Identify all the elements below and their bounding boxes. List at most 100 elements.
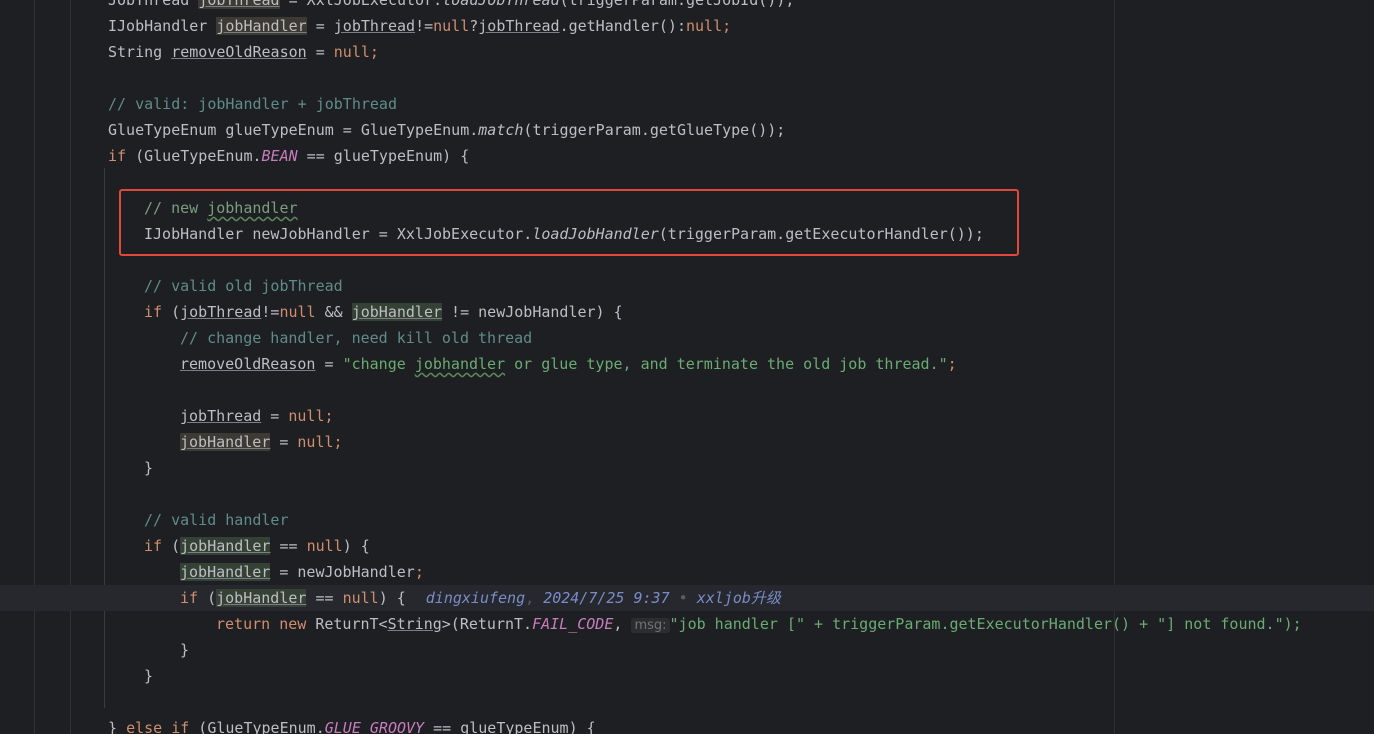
blame-sep: , — [525, 589, 535, 607]
code-line[interactable] — [0, 481, 144, 507]
code-token: loadJobThread — [442, 0, 560, 9]
code-token: == glueTypeEnum) { — [297, 147, 470, 165]
code-line[interactable]: } — [0, 663, 153, 689]
code-token: >(ReturnT. — [441, 615, 533, 633]
code-token: ( — [198, 589, 217, 607]
code-line[interactable]: return new ReturnT<String>(ReturnT.FAIL_… — [0, 611, 1302, 637]
code-token: or glue type, and terminate the old job … — [505, 355, 948, 373]
code-token: ; — [324, 407, 334, 425]
code-token: ? — [469, 17, 479, 35]
code-token: ) { — [378, 589, 406, 607]
code-line[interactable] — [0, 65, 108, 91]
code-token: GlueTypeEnum glueTypeEnum = GlueTypeEnum… — [108, 121, 479, 139]
code-token: // valid old jobThread — [144, 277, 343, 295]
code-line[interactable]: } else if (GlueTypeEnum.GLUE_GROOVY == g… — [0, 715, 596, 734]
code-token: (GlueTypeEnum. — [189, 719, 325, 734]
code-token: if — [144, 303, 163, 321]
code-token: = — [315, 355, 343, 373]
git-blame-annotation[interactable]: dingxiufeng, 2024/7/25 9:37 • xxljob升级 — [426, 589, 781, 607]
code-line[interactable]: IJobHandler jobHandler = jobThread!=null… — [0, 13, 731, 39]
code-line[interactable]: // valid: jobHandler + jobThread — [0, 91, 397, 117]
code-line[interactable]: GlueTypeEnum glueTypeEnum = GlueTypeEnum… — [0, 117, 785, 143]
code-token: null — [306, 537, 343, 555]
blame-author: dingxiufeng — [425, 589, 526, 607]
code-line[interactable]: // valid handler — [0, 507, 289, 533]
code-line[interactable]: } — [0, 637, 189, 663]
code-token: null — [288, 407, 325, 425]
code-line[interactable]: jobHandler = null; — [0, 429, 343, 455]
code-token: = — [270, 433, 298, 451]
code-line[interactable]: } — [0, 455, 153, 481]
parameter-hint: msg: — [631, 618, 670, 633]
code-token: jobhandler — [414, 355, 506, 373]
code-line[interactable] — [0, 247, 144, 273]
code-token: (GlueTypeEnum. — [126, 147, 262, 165]
code-token: (triggerParam.getGlueType()); — [523, 121, 786, 139]
code-token: .getHandler(): — [559, 17, 686, 35]
code-token: return — [216, 615, 271, 633]
code-line[interactable]: // valid old jobThread — [0, 273, 343, 299]
code-token: ( — [162, 303, 181, 321]
code-token: (triggerParam.getExecutorHandler()); — [658, 225, 984, 243]
code-token: FAIL_CODE — [532, 615, 614, 633]
code-token: null — [433, 17, 470, 35]
code-token: ; — [947, 355, 957, 373]
code-token: if — [180, 589, 199, 607]
blame-dot: • — [678, 589, 688, 607]
code-token: jobHandler — [216, 17, 307, 35]
code-token: // change handler, need kill old thread — [180, 329, 533, 347]
code-token: JobThread — [108, 0, 199, 9]
code-token: // valid handler — [144, 511, 289, 529]
code-token: IJobHandler — [108, 17, 217, 35]
code-token: null — [686, 17, 723, 35]
code-token: IJobHandler newJobHandler = XxlJobExecut… — [144, 225, 533, 243]
code-line[interactable] — [0, 689, 144, 715]
code-token: jobHandler — [351, 303, 443, 321]
code-line[interactable]: jobThread = null; — [0, 403, 334, 429]
code-line[interactable] — [0, 169, 108, 195]
code-token: ; — [722, 17, 732, 35]
code-token: != — [261, 303, 280, 321]
code-token: = — [306, 43, 334, 61]
code-token: == — [306, 589, 343, 607]
code-token: && — [315, 303, 352, 321]
code-token: null — [342, 589, 379, 607]
code-line[interactable]: if (jobThread!=null && jobHandler != new… — [0, 299, 623, 325]
code-token: jobhandler — [207, 199, 298, 217]
code-line[interactable]: if (GlueTypeEnum.BEAN == glueTypeEnum) { — [0, 143, 469, 169]
code-token: } — [180, 641, 190, 659]
code-token: } — [144, 459, 154, 477]
code-line[interactable]: IJobHandler newJobHandler = XxlJobExecut… — [0, 221, 984, 247]
code-token: == — [270, 537, 307, 555]
code-editor[interactable]: JobThread jobThread = XxlJobExecutor.loa… — [0, 0, 1374, 734]
code-token: jobHandler — [180, 563, 271, 581]
blame-date: 2024/7/25 9:37 — [543, 589, 670, 607]
code-line[interactable]: if (jobHandler == null) { — [0, 533, 370, 559]
code-token: = — [261, 407, 289, 425]
code-line[interactable] — [0, 377, 180, 403]
code-token: jobThread — [180, 303, 262, 321]
code-token: ; — [369, 43, 379, 61]
code-line[interactable]: JobThread jobThread = XxlJobExecutor.loa… — [0, 0, 794, 13]
code-line[interactable]: removeOldReason = "change jobhandler or … — [0, 351, 957, 377]
code-token: jobHandler — [180, 433, 271, 451]
code-token: ReturnT< — [306, 615, 388, 633]
code-token: jobThread — [180, 407, 262, 425]
code-token: = — [306, 17, 334, 35]
code-token: "job handler [" + triggerParam.getExecut… — [669, 615, 1302, 633]
code-line[interactable]: if (jobHandler == null) { dingxiufeng, 20… — [0, 585, 1374, 611]
code-token: new — [279, 615, 307, 633]
code-token: != — [415, 17, 434, 35]
code-line[interactable]: jobHandler = newJobHandler; — [0, 559, 424, 585]
code-line[interactable]: String removeOldReason = null; — [0, 39, 379, 65]
code-token: } — [144, 667, 154, 685]
code-token: jobHandler — [216, 589, 307, 607]
code-line[interactable]: // change handler, need kill old thread — [0, 325, 532, 351]
code-token: else if — [126, 719, 190, 734]
blame-message: xxljob升级 — [696, 589, 781, 607]
code-line[interactable]: // new jobhandler — [0, 195, 298, 221]
code-token: jobThread — [478, 17, 560, 35]
code-token: String — [108, 43, 172, 61]
code-token: ) { — [342, 537, 370, 555]
code-token: ( — [162, 537, 181, 555]
